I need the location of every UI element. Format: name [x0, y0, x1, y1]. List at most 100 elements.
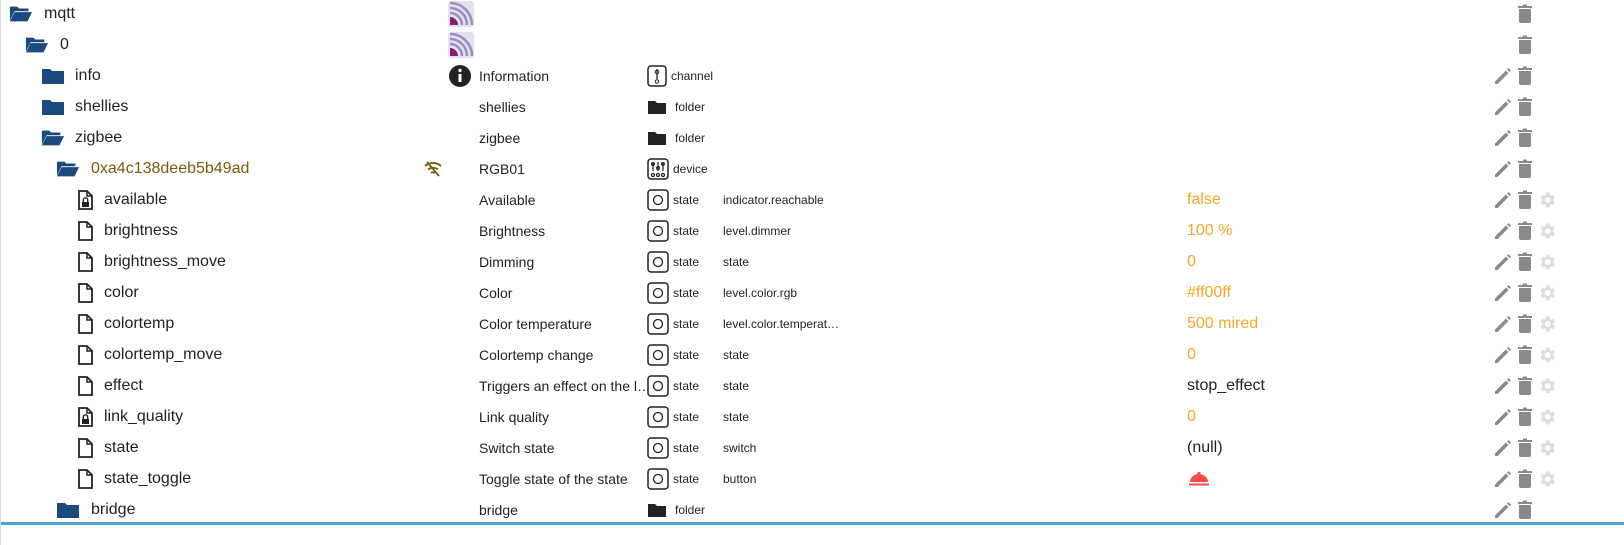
file-icon[interactable]	[77, 215, 101, 246]
object-id[interactable]: brightness	[104, 215, 178, 246]
edit-icon[interactable]	[1493, 283, 1513, 303]
tree-row[interactable]: brightness_move Dimming state state 0	[1, 246, 1624, 277]
edit-icon[interactable]	[1493, 128, 1513, 148]
object-id[interactable]: bridge	[91, 494, 135, 525]
edit-icon[interactable]	[1493, 376, 1513, 396]
object-id[interactable]: 0xa4c138deeb5b49ad	[91, 153, 249, 184]
file-icon[interactable]	[77, 308, 101, 339]
gear-icon[interactable]	[1537, 283, 1557, 303]
delete-icon[interactable]	[1516, 407, 1534, 427]
delete-icon[interactable]	[1516, 35, 1534, 55]
object-value[interactable]: 0	[1187, 339, 1196, 370]
object-id[interactable]: info	[75, 60, 101, 91]
folder-icon[interactable]	[41, 91, 65, 122]
tree-row[interactable]: 0xa4c138deeb5b49ad RGB01 device	[1, 153, 1624, 184]
delete-icon[interactable]	[1516, 314, 1534, 334]
delete-icon[interactable]	[1516, 66, 1534, 86]
object-value[interactable]: 0	[1187, 246, 1196, 277]
edit-icon[interactable]	[1493, 221, 1513, 241]
folder-open-icon[interactable]	[25, 29, 49, 60]
object-id[interactable]: 0	[60, 29, 69, 60]
edit-icon[interactable]	[1493, 500, 1513, 520]
folder-open-icon[interactable]	[56, 153, 80, 184]
file-icon[interactable]	[77, 463, 101, 494]
edit-icon[interactable]	[1493, 469, 1513, 489]
delete-icon[interactable]	[1516, 469, 1534, 489]
gear-icon[interactable]	[1537, 252, 1557, 272]
folder-icon[interactable]	[56, 494, 80, 525]
tree-row[interactable]: brightness Brightness state level.dimmer 100…	[1, 215, 1624, 246]
file-icon[interactable]	[77, 432, 101, 463]
object-value[interactable]: (null)	[1187, 432, 1223, 463]
object-id[interactable]: state_toggle	[104, 463, 191, 494]
tree-row[interactable]: mqtt	[1, 0, 1624, 29]
gear-icon[interactable]	[1537, 469, 1557, 489]
object-id[interactable]: available	[104, 184, 167, 215]
delete-icon[interactable]	[1516, 159, 1534, 179]
object-id[interactable]: shellies	[75, 91, 128, 122]
edit-icon[interactable]	[1493, 407, 1513, 427]
object-id[interactable]: color	[104, 277, 139, 308]
edit-icon[interactable]	[1493, 190, 1513, 210]
object-value[interactable]: stop_effect	[1187, 370, 1265, 401]
tree-row[interactable]: state Switch state state switch (null)	[1, 432, 1624, 463]
gear-icon[interactable]	[1537, 438, 1557, 458]
delete-icon[interactable]	[1516, 128, 1534, 148]
object-value[interactable]: 500 mired	[1187, 308, 1258, 339]
delete-icon[interactable]	[1516, 190, 1534, 210]
object-value[interactable]: 0	[1187, 401, 1196, 432]
object-id[interactable]: link_quality	[104, 401, 183, 432]
gear-icon[interactable]	[1537, 314, 1557, 334]
tree-row[interactable]: info Information channel	[1, 60, 1624, 91]
edit-icon[interactable]	[1493, 314, 1513, 334]
tree-row[interactable]: colortemp Color temperature state level.col…	[1, 308, 1624, 339]
gear-icon[interactable]	[1537, 345, 1557, 365]
tree-row[interactable]: zigbee zigbee folder	[1, 122, 1624, 153]
tree-row[interactable]: shellies shellies folder	[1, 91, 1624, 122]
object-id[interactable]: brightness_move	[104, 246, 226, 277]
gear-icon[interactable]	[1537, 221, 1557, 241]
delete-icon[interactable]	[1516, 376, 1534, 396]
delete-icon[interactable]	[1516, 221, 1534, 241]
edit-icon[interactable]	[1493, 97, 1513, 117]
delete-icon[interactable]	[1516, 283, 1534, 303]
file-icon[interactable]	[77, 339, 101, 370]
folder-open-icon[interactable]	[41, 122, 65, 153]
object-id[interactable]: zigbee	[75, 122, 122, 153]
file-icon[interactable]	[77, 246, 101, 277]
tree-row[interactable]: state_toggle Toggle state of the state sta…	[1, 463, 1624, 494]
gear-icon[interactable]	[1537, 190, 1557, 210]
object-value[interactable]: false	[1187, 184, 1221, 215]
tree-row[interactable]: bridge bridge folder	[1, 494, 1624, 525]
object-value[interactable]: 100 %	[1187, 215, 1232, 246]
object-id[interactable]: state	[104, 432, 139, 463]
delete-icon[interactable]	[1516, 4, 1534, 24]
delete-icon[interactable]	[1516, 438, 1534, 458]
file-lock-icon[interactable]	[77, 184, 101, 215]
gear-icon[interactable]	[1537, 407, 1557, 427]
tree-row[interactable]: colortemp_move Colortemp change state state…	[1, 339, 1624, 370]
edit-icon[interactable]	[1493, 66, 1513, 86]
edit-icon[interactable]	[1493, 159, 1513, 179]
edit-icon[interactable]	[1493, 438, 1513, 458]
tree-row[interactable]: color Color state level.color.rgb #ff00ff	[1, 277, 1624, 308]
delete-icon[interactable]	[1516, 345, 1534, 365]
tree-row[interactable]: available Available state indicator.reachab…	[1, 184, 1624, 215]
tree-row[interactable]: effect Triggers an effect on the l… state s…	[1, 370, 1624, 401]
file-icon[interactable]	[77, 277, 101, 308]
tree-row[interactable]: link_quality Link quality state state 0	[1, 401, 1624, 432]
folder-open-icon[interactable]	[9, 0, 33, 29]
object-id[interactable]: colortemp_move	[104, 339, 222, 370]
gear-icon[interactable]	[1537, 376, 1557, 396]
object-value[interactable]: #ff00ff	[1187, 277, 1231, 308]
folder-icon[interactable]	[41, 60, 65, 91]
delete-icon[interactable]	[1516, 97, 1534, 117]
edit-icon[interactable]	[1493, 252, 1513, 272]
delete-icon[interactable]	[1516, 500, 1534, 520]
file-icon[interactable]	[77, 370, 101, 401]
edit-icon[interactable]	[1493, 345, 1513, 365]
object-id[interactable]: mqtt	[44, 0, 75, 29]
delete-icon[interactable]	[1516, 252, 1534, 272]
tree-row[interactable]: 0	[1, 29, 1624, 60]
object-id[interactable]: effect	[104, 370, 143, 401]
